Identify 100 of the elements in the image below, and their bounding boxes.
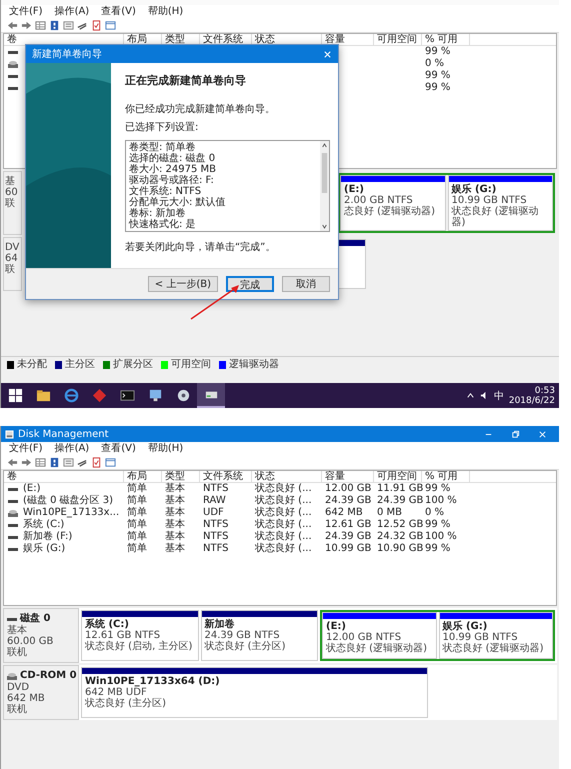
- back-icon[interactable]: [7, 456, 18, 468]
- table-cell-text: Win10PE_17133x...: [22, 507, 120, 518]
- table-cell-text: 24.39 GB: [324, 531, 372, 543]
- table-cell-text: RAW: [202, 495, 227, 507]
- table-cell-text: 基本: [164, 531, 186, 542]
- settings-line: 卷类型: 简单卷: [129, 142, 197, 153]
- partition[interactable]: [338, 239, 366, 289]
- column-header[interactable]: % 可用: [422, 34, 470, 45]
- wizard-message: 你已经成功完成新建简单卷向导。: [125, 104, 276, 116]
- table-cell-text: 24.32 GB: [376, 531, 422, 543]
- back-icon[interactable]: [7, 20, 18, 30]
- settings-line: 卷标: 新加卷: [129, 208, 187, 219]
- wizard-button[interactable]: 完成: [226, 276, 274, 292]
- legend-label: 逻辑驱动器: [229, 359, 279, 371]
- table-cell-text: 12.52 GB: [376, 519, 422, 531]
- table-cell-text: 状态良好 (...: [254, 483, 313, 494]
- wizard-button[interactable]: 取消: [282, 276, 330, 292]
- table-cell-text: 状态良好 (...: [254, 531, 313, 542]
- menu-item[interactable]: 文件(F): [9, 6, 43, 18]
- disk-detail: 基: [5, 176, 16, 187]
- partition[interactable]: 娱乐 (G:) 10.99 GB NTFS 状态良好 (逻辑驱动器): [438, 612, 553, 659]
- disk-detail: DV: [5, 242, 20, 253]
- close-icon[interactable]: [538, 430, 547, 438]
- column-header[interactable]: 卷: [4, 471, 124, 482]
- partition-status: 状态良好 (逻辑驱动器): [442, 643, 544, 654]
- settings-line: 卷大小: 24975 MB: [129, 164, 218, 175]
- disk-detail: 联: [5, 264, 16, 275]
- drive-icon[interactable]: [197, 383, 225, 408]
- settings-list[interactable]: 卷类型: 简单卷 选择的磁盘: 磁盘 0 卷大小: 24975 MB 驱动器号或路径: F: 文件系统: NTFS 分配单元大小: 默认值 卷标: 新加卷 快速格式化: 是: [125, 140, 330, 232]
- table-cell-text: 简单: [126, 507, 148, 518]
- table-cell-text: 99 %: [424, 70, 452, 82]
- partition[interactable]: Win10PE_17133x64 (D:) 642 MB UDF 状态良好 (主分区): [81, 667, 428, 718]
- scrollbar[interactable]: [320, 141, 329, 231]
- partition[interactable]: 娱乐 (G:) 10.99 GB NTFS 状态良好 (逻辑驱动器): [448, 175, 553, 231]
- clock-date: 2018/6/22: [508, 396, 555, 406]
- partition[interactable]: 新加卷 24.39 GB NTFS 状态良好 (主分区): [200, 610, 318, 661]
- table-cell-text: 99 %: [424, 46, 452, 58]
- app-icon: [5, 430, 14, 438]
- partition-name: (E:): [326, 621, 347, 632]
- table-cell-text: 10.99 GB: [324, 543, 372, 555]
- document-icon[interactable]: [91, 456, 102, 468]
- menu-item[interactable]: 查看(V): [101, 442, 136, 454]
- list-icon[interactable]: [35, 20, 46, 30]
- table-cell-text: 基本: [164, 495, 186, 506]
- partition-name: 娱乐 (G:): [442, 621, 488, 632]
- table-cell-text: 基本: [164, 519, 186, 530]
- partition[interactable]: (E:) 12.00 GB NTFS 状态良好 (逻辑驱动器): [322, 612, 436, 659]
- disk-name: 磁盘 0: [20, 613, 50, 624]
- close-icon[interactable]: [323, 50, 332, 58]
- menu-item[interactable]: 帮助(H): [148, 6, 184, 18]
- table-cell-text: 11.91 GB: [376, 483, 422, 495]
- table-cell-text: 100 %: [424, 495, 458, 507]
- partition-status: 状态良好 (启动, 主分区): [85, 641, 194, 652]
- forward-icon[interactable]: [21, 456, 32, 468]
- table-cell-text: 0 MB: [376, 507, 404, 519]
- properties-icon[interactable]: [63, 456, 74, 468]
- table-cell-text: 12.61 GB: [324, 519, 372, 531]
- partition[interactable]: (E:) 2.00 GB NTFS 态良好 (逻辑驱动器): [340, 175, 446, 231]
- partition-name: Win10PE_17133x64 (D:): [85, 676, 221, 687]
- window-icon[interactable]: [105, 20, 116, 30]
- table-cell-text: 0 %: [424, 507, 446, 519]
- partition-size: 10.99 GB NTFS: [452, 195, 528, 206]
- settings-line: 选择的磁盘: 磁盘 0: [129, 153, 216, 164]
- help-icon[interactable]: [49, 456, 60, 468]
- partition-status: 状态良好 (主分区): [85, 698, 167, 709]
- disk-detail: 联机: [7, 647, 28, 658]
- help-icon[interactable]: [49, 20, 60, 30]
- disk-detail: 642 MB: [7, 693, 46, 704]
- table-cell-text: 简单: [126, 483, 148, 494]
- menu-item[interactable]: 操作(A): [54, 6, 90, 18]
- menu-item[interactable]: 帮助(H): [148, 442, 184, 454]
- menu-item[interactable]: 查看(V): [101, 6, 136, 18]
- input-method-indicator[interactable]: 中: [494, 388, 504, 402]
- window-icon[interactable]: [105, 456, 116, 468]
- table-cell-text: 24.39 GB: [376, 495, 422, 507]
- forward-icon[interactable]: [21, 20, 32, 30]
- table-cell-text: (E:): [22, 483, 40, 495]
- wizard-heading: 正在完成新建简单卷向导: [125, 73, 247, 88]
- table-cell-text: 状态良好 (...: [254, 519, 313, 530]
- partition[interactable]: 系统 (C:) 12.61 GB NTFS 状态良好 (启动, 主分区): [81, 610, 198, 661]
- list-icon[interactable]: [35, 456, 46, 468]
- column-header[interactable]: 布局: [124, 471, 162, 482]
- document-icon[interactable]: [91, 20, 102, 30]
- menu-item[interactable]: 文件(F): [9, 442, 43, 454]
- table-cell-text: 24.39 GB: [324, 495, 372, 507]
- table-cell-text: 99 %: [424, 543, 452, 555]
- table-cell-text: NTFS: [202, 483, 230, 495]
- properties-icon[interactable]: [63, 20, 74, 30]
- column-header[interactable]: 类型: [162, 471, 200, 482]
- legend-label: 未分配: [17, 359, 47, 371]
- wizard-button[interactable]: < 上一步(B): [148, 276, 218, 292]
- table-cell-text: 简单: [126, 531, 148, 542]
- menu-item[interactable]: 操作(A): [54, 442, 90, 454]
- table-cell-text: 基本: [164, 483, 186, 494]
- chevron-up-icon[interactable]: [466, 391, 475, 400]
- table-cell-text: NTFS: [202, 543, 230, 555]
- restore-icon[interactable]: [511, 430, 520, 438]
- column-header[interactable]: % 可用: [422, 471, 470, 482]
- column-header[interactable]: 状态: [252, 471, 322, 482]
- drive-icon: [8, 48, 18, 56]
